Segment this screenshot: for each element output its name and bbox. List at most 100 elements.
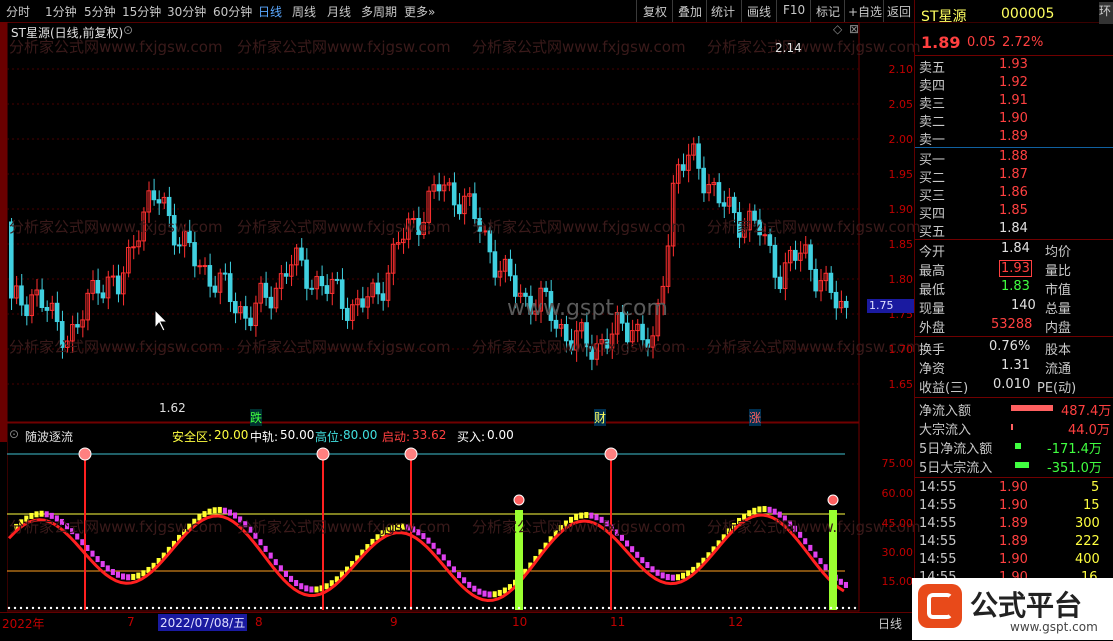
period-tab-15min[interactable]: 15分钟 [122,3,161,20]
candle-body [808,244,813,270]
bid-row: 买五 1.84 [919,221,1028,240]
baseline-dot [673,606,677,610]
left-sidebar-strip[interactable] [0,22,7,442]
date-axis-label: 11 [610,615,626,629]
period-tab-60min[interactable]: 60分钟 [213,3,252,20]
period-tag[interactable]: 日线 [878,615,902,632]
baseline-dot [763,606,767,610]
baseline-dot [253,606,257,610]
baseline-dot [625,606,629,610]
draw-line-button[interactable]: 画线 [747,3,771,20]
period-tab-1min[interactable]: 1分钟 [45,3,77,20]
stock-name[interactable]: ST星源 [921,6,966,26]
diamond-icon[interactable]: ◇ [833,22,842,36]
watermark-text: 分析家公式网www.fxjgsw.com [237,338,451,356]
indicator-name[interactable]: 随波逐流 [25,428,73,445]
event-label-drop[interactable]: 跌 [250,409,263,426]
oscillator-step [110,569,115,576]
baseline-dot [367,606,371,610]
stat-row: 净资 1.31 流通 [919,358,1072,377]
overlay-button[interactable]: 叠加 [678,3,702,20]
candle-body [334,278,340,281]
event-label-finance[interactable]: 财 [594,409,607,426]
baseline-dot [181,606,185,610]
back-button[interactable]: 返回 [887,3,911,20]
price-change-pct: 2.72% [1002,35,1044,50]
baseline-dot [97,606,101,610]
bid-row: 买二 1.87 [919,167,1028,186]
buy-signal-icon [513,494,525,506]
period-tab-minute[interactable]: 分时 [6,3,30,20]
close-panel-icon[interactable]: ⊠ [849,22,859,36]
baseline-dot [13,606,17,610]
baseline-dot [319,606,323,610]
candle-body [309,287,314,290]
oscillator-step [299,583,304,590]
baseline-dot [415,606,419,610]
candle-body [777,276,783,290]
baseline-dot [553,606,557,610]
baseline-dot [577,606,581,610]
baseline-dot [841,606,845,610]
divider [915,336,1113,337]
baseline-dot [385,606,389,610]
period-tab-daily[interactable]: 日线 [258,3,282,20]
candle-body [202,265,208,268]
indicator-param-mid-value: 50.00 [280,428,315,442]
candle-body [248,317,253,327]
add-favorite-button[interactable]: +自选 [848,3,882,20]
oscillator-step [324,583,329,590]
date-axis-label: 12 [728,615,744,629]
baseline-dot [427,606,431,610]
baseline-dot [391,606,395,610]
signal-ball-icon [78,447,92,461]
watermark-text: 分析家公式网www.fxjgsw.com [472,38,686,56]
watermark-text: 分析家公式网www.fxjgsw.com [472,338,686,356]
indicator-param-safe-value: 20.00 [214,428,249,442]
candle-body [197,265,202,268]
stat-row: 收益(三) 0.010 PE(动) [919,377,1077,396]
oscillator-step [222,507,227,514]
candle-body [177,244,182,247]
baseline-dot [619,606,623,610]
candle-body [324,285,330,294]
baseline-dot [187,606,191,610]
date-axis-label: 9 [390,615,398,629]
f10-button[interactable]: F10 [783,3,805,17]
period-tab-30min[interactable]: 30分钟 [167,3,206,20]
period-tab-more[interactable]: 更多» [404,3,435,20]
chart-settings-icon[interactable]: ⊙ [123,23,133,37]
indicator-axis-tick: 60.00 [881,487,914,500]
baseline-dot [733,606,737,610]
toolbar-divider [706,0,707,22]
signal-ball-icon [316,447,330,461]
period-tab-weekly[interactable]: 周线 [292,3,316,20]
oscillator-step [95,556,100,563]
candle-body [375,282,381,295]
baseline-dot [757,606,761,610]
date-axis-label: 8 [255,615,263,629]
baseline-dot [247,606,251,610]
statistics-button[interactable]: 统计 [711,3,735,20]
stock-code[interactable]: 000005 [1001,6,1054,22]
period-tab-multi[interactable]: 多周期 [361,3,397,20]
baseline-dot [571,606,575,610]
baseline-dot [847,606,851,610]
price-axis: 2.10 2.05 2.00 1.95 1.90 1.85 1.80 1.75 … [867,22,914,422]
oscillator-step [212,507,217,514]
event-label-rise[interactable]: 涨 [749,409,762,426]
mark-button[interactable]: 标记 [816,3,840,20]
indicator-settings-icon[interactable]: ⊙ [9,427,19,441]
candle-body [345,307,350,321]
side-tab-huan[interactable]: 环 [1099,2,1113,24]
indicator-param-start-label: 启动: [382,430,411,444]
period-tab-5min[interactable]: 5分钟 [84,3,116,20]
baseline-dot [205,606,209,610]
period-tab-monthly[interactable]: 月线 [327,3,351,20]
adjust-button[interactable]: 复权 [643,3,667,20]
oscillator-step [426,537,431,544]
candle-body [319,276,325,287]
chart-area[interactable]: 分析家公式网www.fxjgsw.com 分析家公式网www.fxjgsw.co… [7,22,921,612]
candle-body [304,259,309,289]
oscillator-step [772,508,777,515]
